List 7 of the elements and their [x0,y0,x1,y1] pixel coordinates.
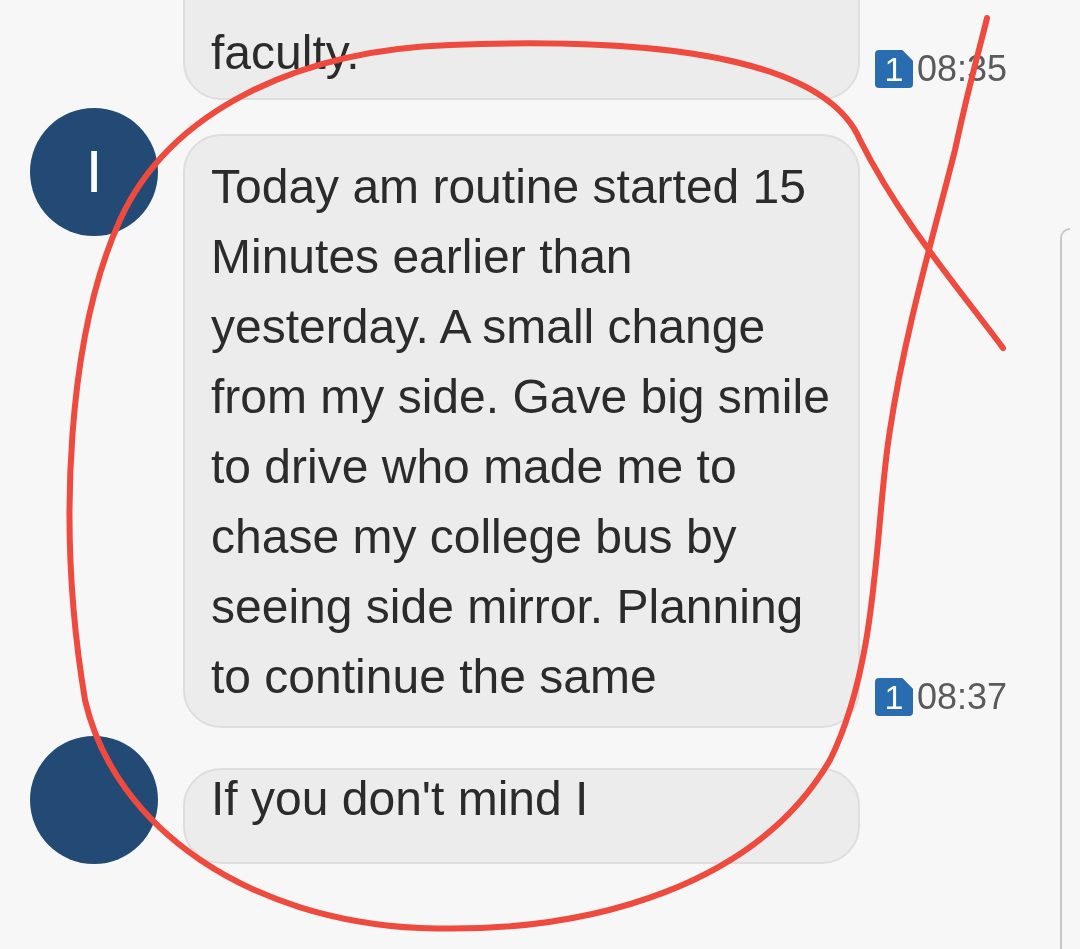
scrollbar[interactable] [1060,228,1070,949]
sim-badge: 1 [875,50,913,88]
avatar[interactable]: I [30,108,158,236]
sim-badge: 1 [875,678,913,716]
message-time: 08:37 [917,675,1008,719]
message-bubble[interactable]: Today am routine started 15 Minutes earlier than yesterday. A small change from my side. Gave big smile to drive who made me to chase my college bus by seeing side mirror. Planning to continue the same [183,134,860,728]
message-bubble[interactable]: If you don't mind I [183,768,860,864]
